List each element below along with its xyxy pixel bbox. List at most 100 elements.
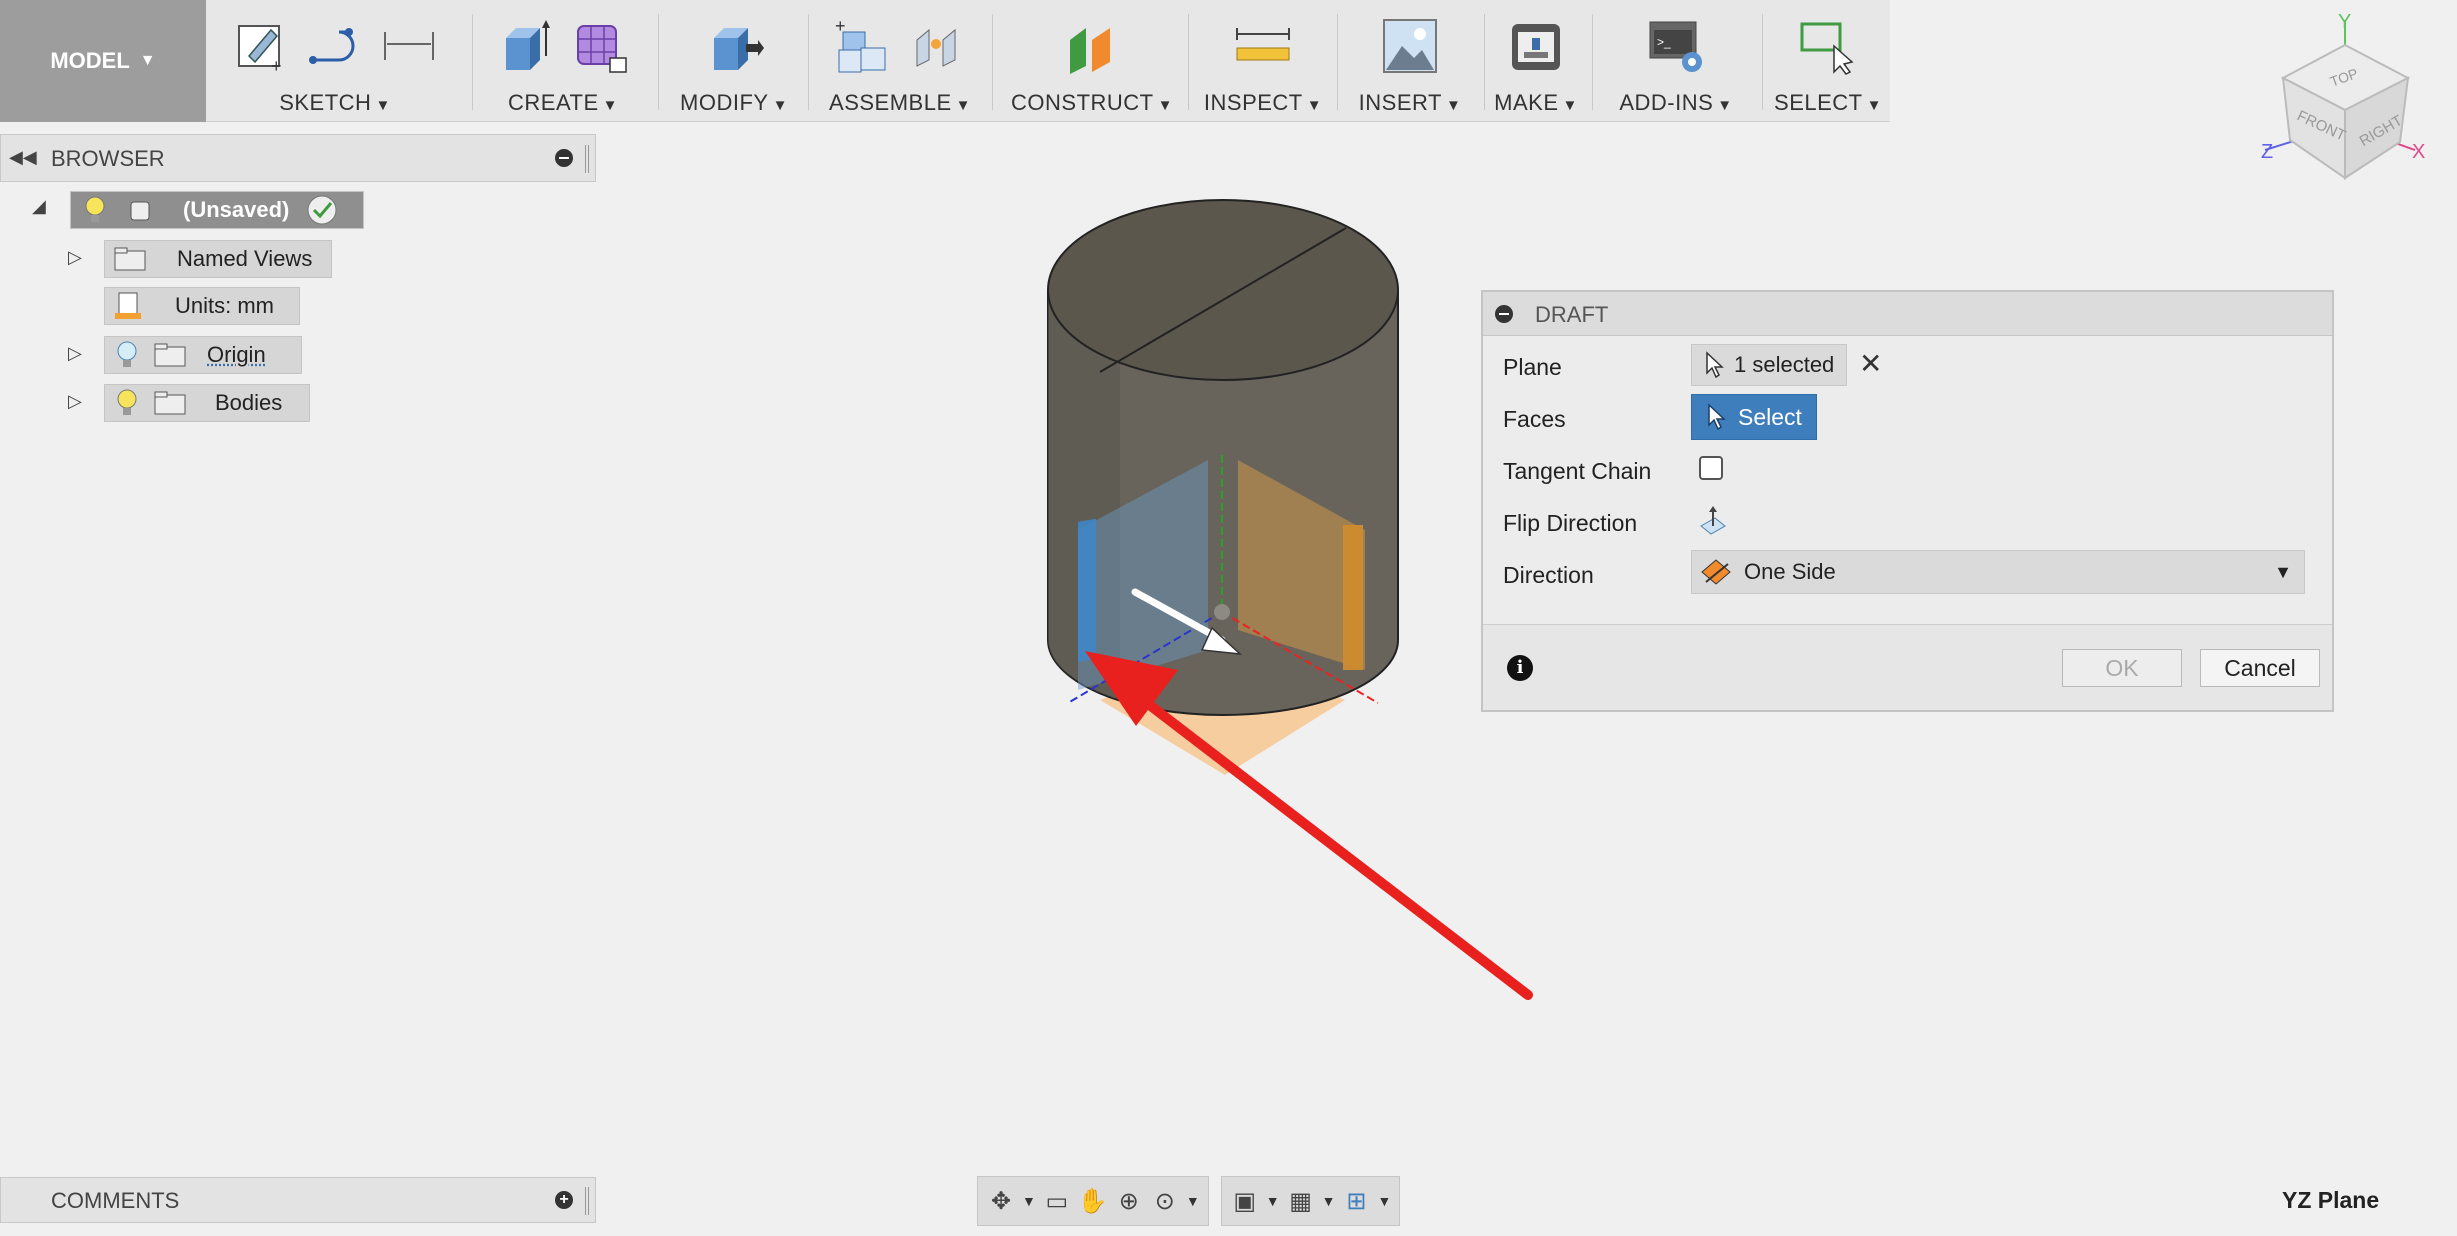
sketch-group[interactable]: + SKETCH ▼ [216,0,454,122]
press-pull-icon[interactable] [704,16,764,76]
create-sketch-icon[interactable]: + [231,16,291,76]
plane-selected-value: 1 selected [1734,352,1835,377]
browser-item-bodies[interactable]: Bodies [104,384,310,422]
browser-panel-header[interactable]: ◀◀ BROWSER [0,134,596,182]
svg-text:+: + [835,16,846,36]
assemble-group[interactable]: + ASSEMBLE ▼ [812,0,988,122]
viewcube-axis-z: Z [2261,141,2273,163]
clear-selection-icon[interactable]: ✕ [1859,347,1882,380]
collapse-triangle-icon[interactable]: ◢ [32,196,46,217]
cancel-button[interactable]: Cancel [2200,649,2320,687]
chevron-down-icon: ▼ [1562,97,1578,114]
new-component-icon[interactable]: + [833,16,893,76]
extrude-icon[interactable] [496,16,556,76]
info-icon[interactable]: i [1507,655,1533,681]
grid-settings-icon[interactable]: ▦ [1286,1186,1316,1216]
create-label: CREATE [508,90,599,115]
flip-direction-icon[interactable] [1697,504,1729,536]
draft-dialog: DRAFT Plane 1 selected ✕ Faces Select Ta… [1481,290,2334,712]
chevron-down-icon[interactable]: ▼ [1266,1193,1280,1209]
lightbulb-icon[interactable] [83,195,107,225]
browser-item-named-views[interactable]: Named Views [104,240,332,278]
chevron-down-icon[interactable]: ▼ [1022,1193,1036,1209]
construct-group[interactable]: CONSTRUCT ▼ [998,0,1186,122]
display-settings-icon[interactable]: ▣ [1230,1186,1260,1216]
make-group[interactable]: MAKE ▼ [1486,0,1586,122]
viewports-icon[interactable]: ⊞ [1341,1186,1371,1216]
panel-grip-icon[interactable] [585,145,589,173]
chevron-down-icon: ▼ [772,97,788,114]
chevron-down-icon: ▼ [1717,97,1733,114]
chevron-down-icon: ▼ [1306,97,1323,114]
origin-label: Origin [207,342,266,367]
insert-group[interactable]: INSERT ▼ [1340,0,1480,122]
one-side-icon [1701,559,1731,585]
collapse-arrows-icon[interactable]: ◀◀ [9,147,37,168]
3d-print-icon[interactable] [1506,16,1566,76]
cylinder-top-face[interactable] [1047,199,1399,381]
zoom-icon[interactable]: ⊕ [1114,1186,1144,1216]
insert-image-icon[interactable] [1380,16,1440,76]
workspace-model-label: MODEL [50,48,130,73]
minimize-icon[interactable] [1495,305,1513,323]
form-icon[interactable] [570,16,630,76]
direction-dropdown[interactable]: One Side ▼ [1691,550,2305,594]
look-at-icon[interactable]: ▭ [1042,1186,1072,1216]
chevron-down-icon: ▼ [2274,561,2292,582]
root-node-label: (Unsaved) [183,197,290,222]
add-ins-group[interactable]: >_ ADD-INS ▼ [1596,0,1756,122]
lightbulb-icon[interactable] [115,388,139,418]
folder-icon [154,343,186,367]
folder-icon [114,247,146,271]
expand-triangle-icon[interactable]: ▷ [68,391,82,412]
browser-root-node[interactable]: (Unsaved) [70,191,364,229]
faces-select-label: Select [1738,403,1802,430]
cursor-arrow-icon [1708,403,1726,431]
workspace-model-button[interactable]: MODEL ▼ [0,0,206,122]
ok-button[interactable]: OK [2062,649,2182,687]
joint-icon[interactable] [907,16,967,76]
offset-plane-icon[interactable] [1062,16,1122,76]
modify-group[interactable]: MODIFY ▼ [664,0,804,122]
chevron-down-icon[interactable]: ▼ [1377,1193,1391,1209]
add-comment-icon[interactable]: + [555,1191,573,1209]
direction-value: One Side [1744,559,1836,584]
display-tools: ▣ ▼ ▦ ▼ ⊞ ▼ [1220,1176,1401,1226]
inspect-group[interactable]: INSPECT ▼ [1194,0,1332,122]
viewcube[interactable]: Y Z X TOP FRONT RIGHT [2261,11,2425,180]
panel-grip-icon[interactable] [585,1187,589,1215]
annotation-arrow [1125,685,1533,1000]
arc-line-icon[interactable] [305,16,365,76]
select-icon[interactable] [1798,16,1858,76]
fit-zoom-icon[interactable]: ⊙ [1150,1186,1180,1216]
chevron-down-icon: ▼ [602,97,618,114]
chevron-down-icon[interactable]: ▼ [1322,1193,1336,1209]
measure-icon[interactable] [1233,16,1293,76]
draft-dialog-header[interactable]: DRAFT [1483,292,2332,336]
scripts-addins-icon[interactable]: >_ [1646,16,1706,76]
expand-triangle-icon[interactable]: ▷ [68,247,82,268]
pan-hand-icon[interactable]: ✋ [1078,1186,1108,1216]
expand-triangle-icon[interactable]: ▷ [68,343,82,364]
minimize-icon[interactable] [555,149,573,167]
add-ins-label: ADD-INS [1619,90,1714,115]
create-group[interactable]: CREATE ▼ [478,0,648,122]
browser-item-units[interactable]: Units: mm [104,287,300,325]
tangent-chain-checkbox[interactable] [1699,456,1723,480]
chevron-down-icon[interactable]: ▼ [1186,1193,1200,1209]
assemble-label: ASSEMBLE [829,90,952,115]
comments-panel[interactable]: COMMENTS + [0,1177,596,1223]
make-label: MAKE [1494,90,1559,115]
orbit-icon[interactable]: ✥ [986,1186,1016,1216]
activate-check-icon[interactable] [305,193,339,227]
construct-label: CONSTRUCT [1011,90,1154,115]
plane-selection[interactable]: 1 selected [1691,344,1848,386]
sketch-dimension-icon[interactable] [379,16,439,76]
faces-select-button[interactable]: Select [1691,394,1817,440]
lightbulb-icon[interactable] [115,340,139,370]
bodies-label: Bodies [215,390,283,415]
select-group[interactable]: SELECT ▼ [1766,0,1890,122]
folder-icon [154,391,186,415]
browser-item-origin[interactable]: Origin [104,336,302,374]
named-views-label: Named Views [177,246,313,271]
